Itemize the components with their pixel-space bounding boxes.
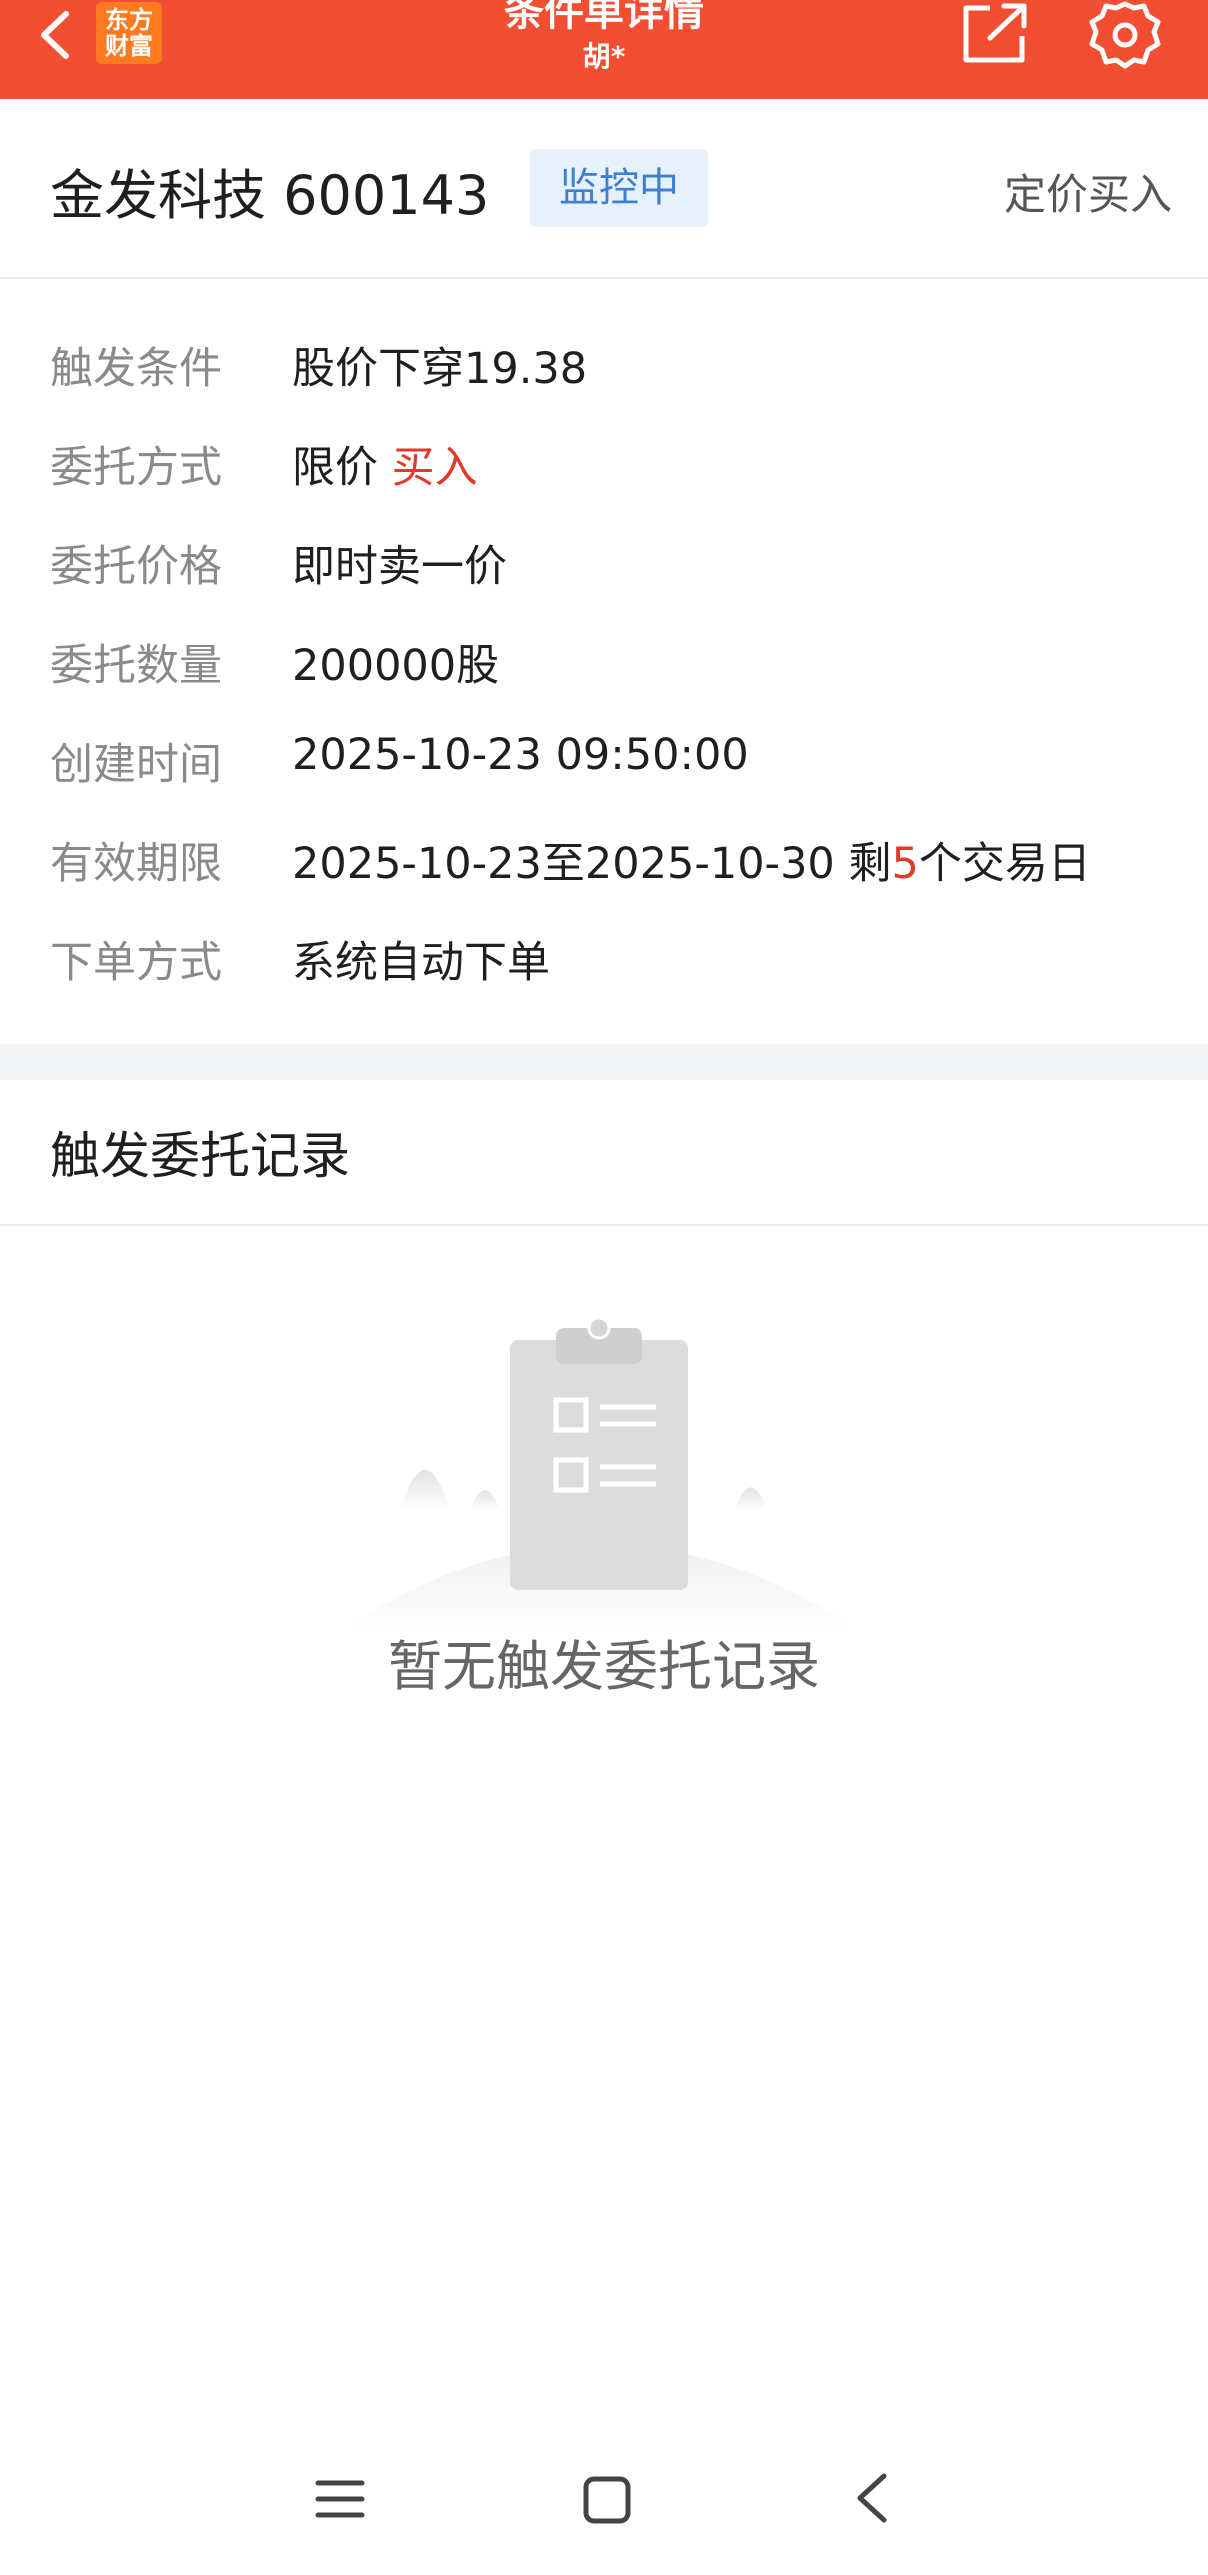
empty-state-text: 暂无触发委托记录 (388, 1635, 820, 1698)
price-value: 即时卖一价 (292, 542, 507, 592)
detail-row-quantity: 委托数量 200000股 (0, 597, 1208, 696)
method-label: 委托方式 (50, 443, 222, 493)
clipboard-icon (340, 1316, 860, 1630)
top-bar: 东方 财富 条件单详情 胡* (0, 0, 1208, 99)
menu-icon[interactable] (314, 2475, 366, 2523)
placement-label: 下单方式 (50, 938, 222, 988)
gear-icon[interactable] (1088, 0, 1162, 70)
method-value: 限价 (292, 443, 378, 493)
detail-row-validity: 有效期限 2025-10-23至2025-10-30 剩5个交易日 (0, 795, 1208, 894)
detail-row-price: 委托价格 即时卖一价 (0, 498, 1208, 597)
records-title: 触发委托记录 (50, 1127, 350, 1185)
order-type-label: 定价买入 (1003, 170, 1172, 219)
validity-suffix: 个交易日 (918, 839, 1091, 889)
section-gap (0, 1044, 1208, 1080)
method-value-wrap: 限价 买入 (292, 433, 478, 495)
detail-row-placement: 下单方式 系统自动下单 (0, 894, 1208, 993)
validity-value: 2025-10-23至2025-10-30 剩5个交易日 (292, 829, 1091, 891)
placement-value: 系统自动下单 (292, 938, 550, 988)
stock-name-code: 金发科技 600143 (50, 164, 490, 227)
trigger-label: 触发条件 (50, 344, 222, 394)
quantity-label: 委托数量 (50, 641, 222, 691)
price-label: 委托价格 (50, 542, 222, 592)
validity-days: 5 (891, 839, 919, 889)
back-chevron-icon[interactable] (852, 2470, 892, 2526)
records-divider (0, 1224, 1208, 1226)
validity-label: 有效期限 (50, 839, 222, 889)
detail-row-method: 委托方式 限价 买入 (0, 399, 1208, 498)
created-label: 创建时间 (50, 740, 222, 790)
quantity-value: 200000股 (292, 641, 500, 691)
detail-row-trigger: 触发条件 股价下穿19.38 (0, 300, 1208, 399)
share-icon[interactable] (960, 2, 1032, 66)
stock-summary: 金发科技 600143 监控中 定价买入 (0, 99, 1208, 279)
method-side: 买入 (391, 443, 478, 493)
created-value: 2025-10-23 09:50:00 (292, 730, 749, 780)
trigger-value: 股价下穿19.38 (292, 344, 588, 394)
home-square-icon[interactable] (582, 2475, 632, 2525)
detail-row-created: 创建时间 2025-10-23 09:50:00 (0, 696, 1208, 795)
validity-range: 2025-10-23至2025-10-30 剩 (292, 839, 892, 889)
status-badge: 监控中 (530, 149, 708, 227)
